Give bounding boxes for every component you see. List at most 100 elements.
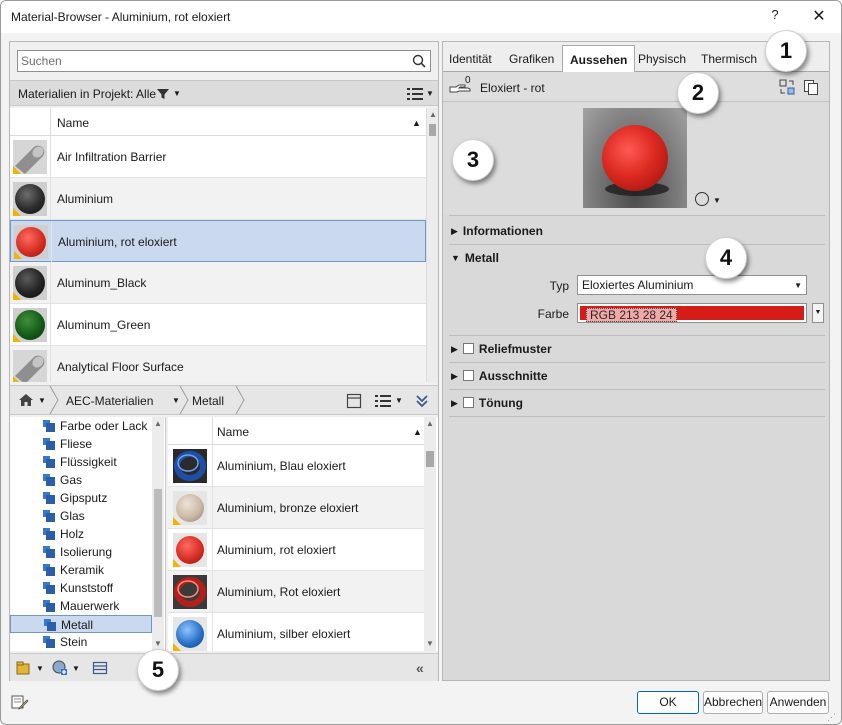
cancel-button[interactable]: Abbrechen [703, 691, 763, 714]
tree-item[interactable]: Gipsputz [10, 489, 152, 507]
filter-dropdown-icon[interactable]: ▼ [173, 89, 181, 98]
tree-item-label: Gipsputz [60, 491, 108, 505]
scroll-up-icon[interactable]: ▲ [426, 419, 434, 428]
tab-aussehen[interactable]: Aussehen [562, 45, 636, 73]
library-manage-icon[interactable] [16, 660, 32, 676]
scroll-up-icon[interactable]: ▲ [154, 419, 162, 428]
material-list-scrollbar[interactable]: ▲ [426, 108, 438, 382]
column-header-name[interactable]: Name [57, 116, 89, 130]
scrollbar-thumb[interactable] [154, 489, 162, 617]
library-material-row[interactable]: Aluminium, silber eloxiert [168, 613, 424, 651]
asset-browser-icon[interactable] [92, 660, 108, 676]
edit-material-icon[interactable] [11, 693, 29, 711]
scroll-down-icon[interactable]: ▼ [154, 639, 162, 648]
scroll-down-icon[interactable]: ▼ [426, 639, 434, 648]
sort-ascending-icon[interactable]: ▲ [413, 427, 422, 437]
tree-scrollbar[interactable]: ▲ ▼ [152, 417, 164, 651]
breadcrumb-metall[interactable]: Metall [192, 394, 224, 408]
expand-arrow-icon[interactable]: ▶ [451, 344, 458, 355]
preview-dropdown-icon[interactable]: ▼ [713, 196, 721, 205]
library-material-row[interactable]: Aluminium, Blau eloxiert [168, 445, 424, 487]
tree-item[interactable]: Isolierung [10, 543, 152, 561]
type-select[interactable]: Eloxiertes Aluminium ▼ [577, 275, 807, 295]
tab-physisch[interactable]: Physisch [638, 52, 686, 66]
library-dropdown-icon[interactable]: ▼ [36, 664, 44, 673]
material-thumbnail [13, 182, 47, 216]
create-dropdown-icon[interactable]: ▼ [72, 664, 80, 673]
resize-grip-icon[interactable]: ⋰ [827, 712, 836, 723]
search-input[interactable] [21, 53, 401, 69]
material-row[interactable]: Analytical Floor Surface [10, 346, 426, 382]
category-icon [43, 564, 55, 576]
expand-arrow-icon[interactable]: ▶ [451, 226, 458, 237]
toenung-checkbox[interactable] [462, 397, 474, 408]
tree-item-label: Flüssigkeit [60, 455, 117, 469]
view-dropdown-icon[interactable]: ▼ [395, 396, 403, 405]
tree-item[interactable]: Kunststoff [10, 579, 152, 597]
material-row[interactable]: Aluminium [10, 178, 426, 220]
ausschnitte-checkbox[interactable] [462, 370, 474, 381]
create-material-icon[interactable] [52, 660, 68, 676]
section-ausschnitte[interactable]: ▶ Ausschnitte [451, 369, 548, 383]
duplicate-asset-icon[interactable] [803, 79, 819, 95]
tree-item[interactable]: Mauerwerk [10, 597, 152, 615]
chevron-down-icon[interactable]: ▼ [794, 281, 802, 290]
apply-button[interactable]: Anwenden [767, 691, 829, 714]
color-options-button[interactable]: ▼ [812, 303, 824, 323]
list-view-icon[interactable] [406, 86, 424, 102]
material-row[interactable]: Aluminum_Green [10, 304, 426, 346]
material-row[interactable]: Air Infiltration Barrier [10, 136, 426, 178]
material-row-selected[interactable]: Aluminium, rot eloxiert [10, 220, 426, 263]
tree-item[interactable]: Glas [10, 507, 152, 525]
section-metall[interactable]: ▼ Metall [451, 251, 499, 265]
close-button[interactable]: ✕ [807, 5, 831, 29]
help-button[interactable]: ? [767, 7, 783, 27]
tree-item[interactable]: Stein [10, 633, 152, 651]
tab-thermisch[interactable]: Thermisch [701, 52, 757, 66]
color-swatch-field[interactable]: RGB 213 28 24 [577, 303, 807, 323]
panel-toggle-icon[interactable] [346, 393, 362, 409]
scrollbar-thumb[interactable] [426, 451, 434, 467]
library-material-row[interactable]: Aluminium, rot eloxiert [168, 529, 424, 571]
scroll-up-icon[interactable]: ▲ [429, 110, 437, 119]
tree-item-label: Glas [60, 509, 85, 523]
library-material-row[interactable]: Aluminium, bronze eloxiert [168, 487, 424, 529]
expand-arrow-icon[interactable]: ▶ [451, 398, 458, 409]
section-reliefmuster[interactable]: ▶ Reliefmuster [451, 342, 552, 356]
tree-item[interactable]: Flüssigkeit [10, 453, 152, 471]
library-material-row[interactable]: Aluminium, Rot eloxiert [168, 571, 424, 613]
section-informationen[interactable]: ▶ Informationen [451, 224, 543, 238]
breadcrumb-aec-materialien[interactable]: AEC-Materialien [66, 394, 153, 408]
tree-item[interactable]: Farbe oder Lack [10, 417, 152, 435]
material-name: Analytical Floor Surface [57, 360, 184, 374]
tree-item[interactable]: Keramik [10, 561, 152, 579]
tree-item[interactable]: Gas [10, 471, 152, 489]
collapse-arrow-icon[interactable]: ▼ [451, 253, 460, 263]
scrollbar-thumb[interactable] [429, 124, 436, 136]
tab-identitaet[interactable]: Identität [449, 52, 492, 66]
search-icon[interactable] [412, 54, 426, 68]
view-dropdown-icon[interactable]: ▼ [426, 89, 434, 98]
double-chevron-down-icon[interactable] [414, 393, 430, 409]
list-header: Name ▲ [10, 108, 426, 136]
ok-button[interactable]: OK [637, 691, 699, 714]
tab-grafiken[interactable]: Grafiken [509, 52, 554, 66]
replace-asset-icon[interactable] [779, 79, 795, 95]
library-list-scrollbar[interactable]: ▲ ▼ [424, 417, 436, 651]
list-view-icon[interactable] [374, 393, 392, 409]
collapse-panel-icon[interactable]: « [416, 660, 424, 676]
filter-icon[interactable] [156, 87, 170, 101]
tree-item[interactable]: Fliese [10, 435, 152, 453]
section-toenung[interactable]: ▶ Tönung [451, 396, 523, 410]
column-header-name[interactable]: Name [217, 425, 249, 439]
expand-arrow-icon[interactable]: ▶ [451, 371, 458, 382]
reliefmuster-checkbox[interactable] [462, 343, 474, 354]
preview-scene-icon[interactable] [695, 192, 709, 206]
sort-ascending-icon[interactable]: ▲ [412, 118, 421, 128]
tree-item-selected[interactable]: Metall [10, 615, 152, 633]
home-icon[interactable] [18, 393, 34, 407]
home-dropdown-icon[interactable]: ▼ [38, 396, 46, 405]
material-row[interactable]: Aluminum_Black [10, 262, 426, 304]
tree-item[interactable]: Holz [10, 525, 152, 543]
column-divider [212, 445, 213, 487]
